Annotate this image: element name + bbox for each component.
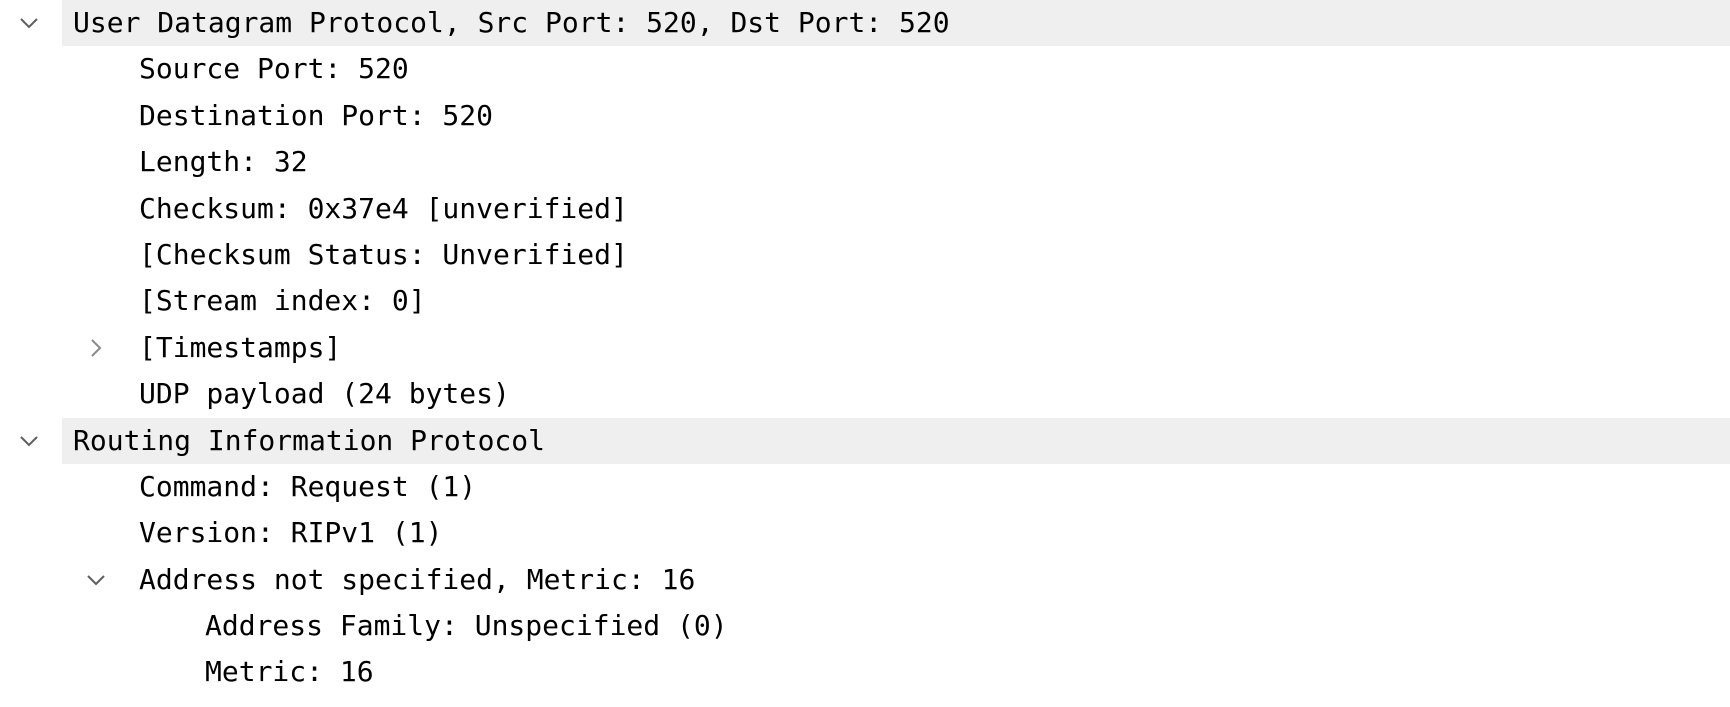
tree-row-address-family[interactable]: Address Family: Unspecified (0) bbox=[0, 603, 1730, 649]
tree-row-command[interactable]: Command: Request (1) bbox=[0, 464, 1730, 510]
packet-details-tree: User Datagram Protocol, Src Port: 520, D… bbox=[0, 0, 1730, 696]
tree-row-metric[interactable]: Metric: 16 bbox=[0, 649, 1730, 695]
tree-label: Metric: 16 bbox=[205, 655, 374, 689]
tree-row-destination-port[interactable]: Destination Port: 520 bbox=[0, 93, 1730, 139]
tree-label: Version: RIPv1 (1) bbox=[139, 516, 443, 550]
tree-label: Address not specified, Metric: 16 bbox=[139, 562, 696, 596]
tree-label-udp: User Datagram Protocol, Src Port: 520, D… bbox=[73, 6, 950, 39]
tree-label: UDP payload (24 bytes) bbox=[139, 377, 510, 411]
tree-label: Command: Request (1) bbox=[139, 469, 477, 503]
tree-label: Source Port: 520 bbox=[139, 52, 409, 86]
tree-row-source-port[interactable]: Source Port: 520 bbox=[0, 46, 1730, 92]
tree-label: Checksum: 0x37e4 [unverified] bbox=[139, 191, 628, 225]
tree-label: [Stream index: 0] bbox=[139, 284, 426, 318]
chevron-right-icon[interactable] bbox=[81, 325, 111, 371]
tree-row-rip[interactable]: Routing Information Protocol bbox=[0, 417, 1730, 464]
tree-row-checksum-status[interactable]: [Checksum Status: Unverified] bbox=[0, 232, 1730, 278]
tree-label: [Timestamps] bbox=[139, 330, 342, 364]
chevron-down-icon[interactable] bbox=[14, 0, 44, 46]
tree-row-udp[interactable]: User Datagram Protocol, Src Port: 520, D… bbox=[0, 0, 1730, 47]
tree-label: Destination Port: 520 bbox=[139, 98, 494, 132]
chevron-down-icon[interactable] bbox=[14, 418, 44, 464]
tree-row-udp-payload[interactable]: UDP payload (24 bytes) bbox=[0, 371, 1730, 417]
tree-row-rip-entry[interactable]: Address not specified, Metric: 16 bbox=[0, 557, 1730, 603]
tree-label: Address Family: Unspecified (0) bbox=[205, 609, 728, 643]
tree-label-rip: Routing Information Protocol bbox=[73, 423, 546, 457]
tree-label: Length: 32 bbox=[139, 145, 308, 179]
tree-row-timestamps[interactable]: [Timestamps] bbox=[0, 325, 1730, 371]
tree-label: [Checksum Status: Unverified] bbox=[139, 237, 628, 271]
tree-row-stream-index[interactable]: [Stream index: 0] bbox=[0, 278, 1730, 324]
tree-row-checksum[interactable]: Checksum: 0x37e4 [unverified] bbox=[0, 186, 1730, 232]
tree-row-version[interactable]: Version: RIPv1 (1) bbox=[0, 510, 1730, 556]
tree-row-length[interactable]: Length: 32 bbox=[0, 139, 1730, 185]
chevron-down-icon[interactable] bbox=[81, 557, 111, 603]
